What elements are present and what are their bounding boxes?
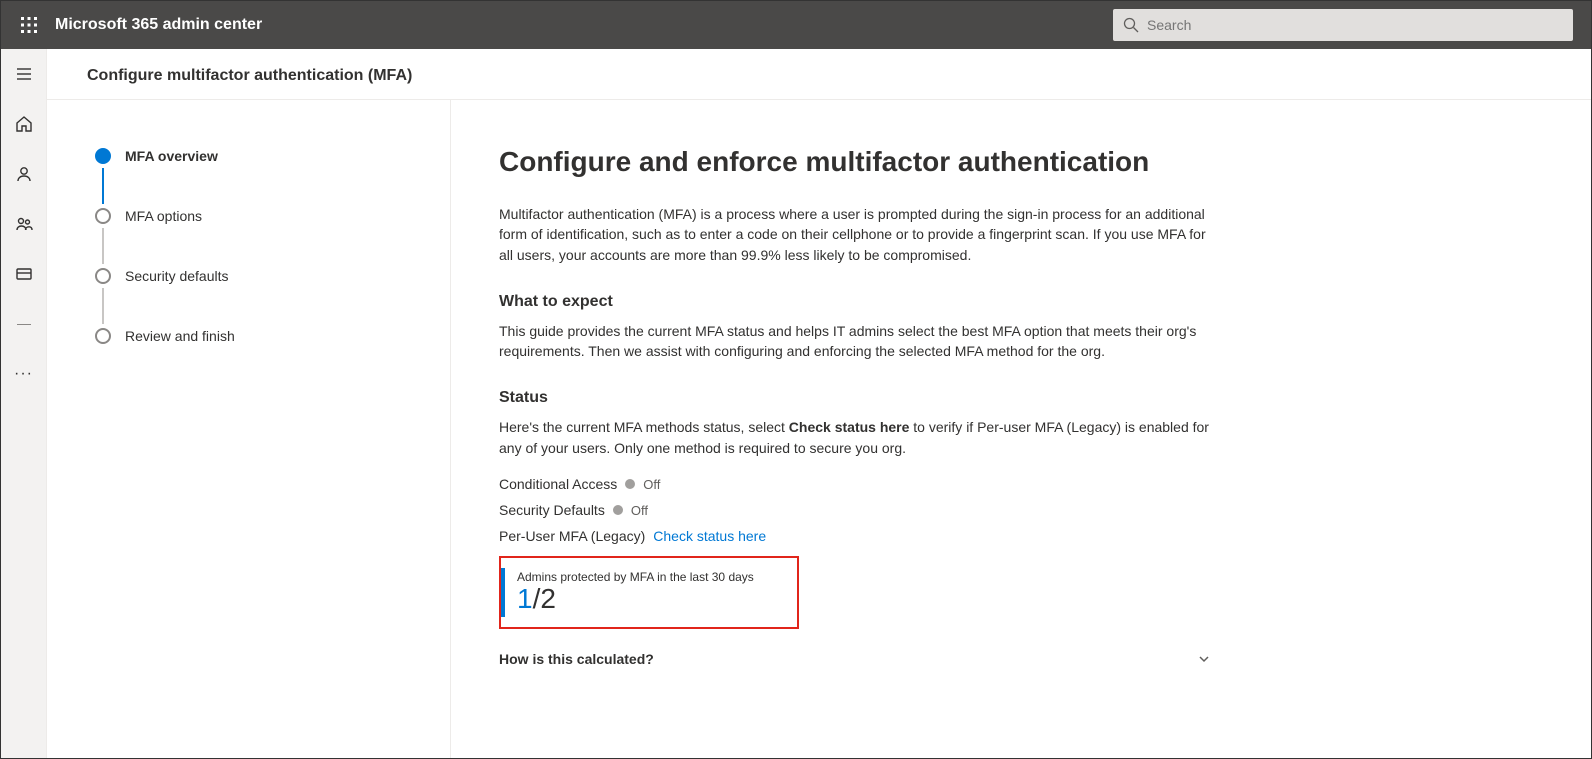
status-value: Off [643, 477, 660, 492]
nav-separator [4, 307, 44, 341]
person-icon [15, 165, 33, 183]
status-label: Conditional Access [499, 476, 617, 492]
callout-numerator: 1 [517, 583, 533, 614]
accordion-label: How is this calculated? [499, 651, 654, 667]
status-label: Per-User MFA (Legacy) [499, 528, 645, 544]
detail-intro: Multifactor authentication (MFA) is a pr… [499, 204, 1211, 265]
status-intro-pre: Here's the current MFA methods status, s… [499, 419, 789, 435]
status-label: Security Defaults [499, 502, 605, 518]
app-launcher-button[interactable] [9, 5, 49, 45]
wizard-step-label: MFA options [125, 208, 202, 224]
wizard-step-review[interactable]: Review and finish [95, 324, 402, 348]
callout-caption: Admins protected by MFA in the last 30 d… [517, 570, 785, 584]
people-icon [15, 215, 33, 233]
how-calculated-accordion[interactable]: How is this calculated? [499, 651, 1211, 667]
wizard-step-mfa-options[interactable]: MFA options [95, 204, 402, 228]
home-icon [15, 115, 33, 133]
card-icon [15, 265, 33, 283]
wizard-step-mfa-overview[interactable]: MFA overview [95, 144, 402, 168]
status-row-security-defaults: Security Defaults Off [499, 502, 1211, 518]
status-dot-icon [625, 479, 635, 489]
wizard-step-security-defaults[interactable]: Security defaults [95, 264, 402, 288]
detail-heading: Configure and enforce multifactor authen… [499, 146, 1211, 178]
nav-more[interactable]: ··· [4, 357, 44, 391]
callout-value: 1/2 [517, 584, 785, 615]
global-header: Microsoft 365 admin center [1, 1, 1591, 49]
expect-heading: What to expect [499, 293, 1211, 311]
status-intro: Here's the current MFA methods status, s… [499, 417, 1211, 458]
status-row-per-user: Per-User MFA (Legacy) Check status here [499, 528, 1211, 544]
chevron-down-icon [1197, 652, 1211, 666]
wizard-step-label: Review and finish [125, 328, 235, 344]
search-input[interactable] [1147, 17, 1563, 33]
callout-denominator: /2 [533, 583, 556, 614]
status-row-conditional-access: Conditional Access Off [499, 476, 1211, 492]
nav-teams[interactable] [4, 207, 44, 241]
step-bullet-icon [95, 268, 111, 284]
ellipsis-icon: ··· [14, 366, 33, 382]
waffle-icon [21, 17, 37, 33]
search-icon [1123, 17, 1139, 33]
app-title: Microsoft 365 admin center [55, 16, 262, 34]
step-bullet-icon [95, 328, 111, 344]
admins-mfa-callout: Admins protected by MFA in the last 30 d… [499, 556, 799, 629]
status-value: Off [631, 503, 648, 518]
nav-home[interactable] [4, 107, 44, 141]
status-heading: Status [499, 389, 1211, 407]
nav-billing[interactable] [4, 257, 44, 291]
wizard-steps: MFA overview MFA options Security defaul… [47, 100, 451, 758]
step-bullet-icon [95, 148, 111, 164]
page-title: Configure multifactor authentication (MF… [47, 49, 1591, 100]
expect-body: This guide provides the current MFA stat… [499, 321, 1211, 362]
wizard-step-label: Security defaults [125, 268, 229, 284]
wizard-step-label: MFA overview [125, 148, 218, 164]
search-box[interactable] [1113, 9, 1573, 41]
check-status-link[interactable]: Check status here [653, 528, 766, 544]
hamburger-icon [15, 65, 33, 83]
nav-toggle-button[interactable] [4, 57, 44, 91]
left-nav-rail: ··· [1, 49, 47, 758]
status-dot-icon [613, 505, 623, 515]
step-bullet-icon [95, 208, 111, 224]
detail-pane: Configure and enforce multifactor authen… [451, 100, 1311, 758]
status-intro-bold: Check status here [789, 419, 910, 435]
nav-users[interactable] [4, 157, 44, 191]
